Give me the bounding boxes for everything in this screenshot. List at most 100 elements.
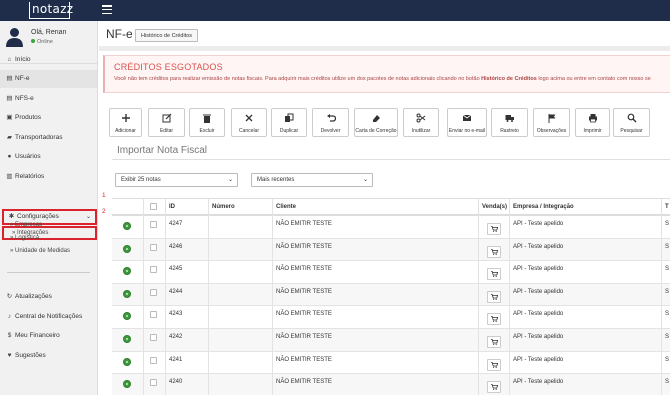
imprimir-button[interactable]: Imprimir bbox=[575, 108, 610, 137]
column-header-numero[interactable]: Número bbox=[212, 199, 235, 215]
cart-icon[interactable] bbox=[487, 313, 501, 326]
observa-es-button[interactable]: Observações bbox=[533, 108, 570, 137]
row-checkbox[interactable] bbox=[150, 288, 157, 296]
cell-t: S bbox=[665, 379, 670, 386]
toolbar-button-label: Editar bbox=[159, 128, 174, 134]
table-row[interactable]: 4243 NÃO EMITIR TESTE API - Teste apelido S bbox=[112, 306, 670, 329]
rastreio-button[interactable]: Rastreio bbox=[491, 108, 528, 137]
sidebar-item-produtos[interactable]: ▣ Produtos bbox=[0, 109, 97, 127]
table-row[interactable]: 4244 NÃO EMITIR TESTE API - Teste apelido S bbox=[112, 283, 670, 307]
table-row[interactable]: 4247 NÃO EMITIR TESTE API - Teste apelido S bbox=[112, 216, 670, 239]
sidebar-item-nfe[interactable]: ▤ NF-e bbox=[0, 70, 97, 88]
cell-id: 4247 bbox=[169, 221, 183, 227]
pesquisar-button[interactable]: Pesquisar bbox=[613, 108, 650, 137]
column-header-vendas[interactable]: Venda(s) bbox=[482, 199, 507, 215]
cart-icon[interactable] bbox=[487, 245, 501, 258]
cell-empresa: API - Teste apelido bbox=[513, 334, 564, 340]
row-checkbox[interactable] bbox=[150, 221, 157, 228]
per-page-select[interactable]: Exibir 25 notas ⌄ bbox=[115, 173, 238, 187]
sidebar-item-notificacoes[interactable]: ♪ Central de Notificações bbox=[0, 308, 97, 326]
sidebar-item-nfse[interactable]: ▤ NFS-e bbox=[0, 90, 97, 108]
sidebar-item-inicio[interactable]: ⌂ Início bbox=[0, 51, 97, 69]
cell-cliente: NÃO EMITIR TESTE bbox=[276, 379, 332, 386]
cell-empresa: API - Teste apelido bbox=[513, 243, 564, 250]
alert-message: Você não tem créditos para realizar emis… bbox=[114, 76, 670, 82]
column-header-t[interactable]: T bbox=[665, 199, 669, 215]
sidebar-item-transportadoras[interactable]: ▰ Transportadoras bbox=[0, 129, 97, 147]
sidebar-item-sugestoes[interactable]: ♥ Sugestões bbox=[0, 347, 97, 365]
table-row[interactable]: 4245 NÃO EMITIR TESTE API - Teste apelido S bbox=[112, 261, 670, 284]
menu-icon[interactable] bbox=[102, 5, 112, 15]
table-row[interactable]: 4241 NÃO EMITIR TESTE API - Teste apelido S bbox=[112, 352, 670, 375]
select-all-checkbox[interactable] bbox=[150, 203, 157, 210]
status-ok-icon bbox=[123, 312, 131, 321]
cart-icon[interactable] bbox=[487, 381, 501, 394]
toolbar-button-label: Enviar no e-mail bbox=[448, 128, 486, 134]
sidebar-item-financeiro[interactable]: $ Meu Financeiro bbox=[0, 327, 97, 345]
column-header-id[interactable]: ID bbox=[169, 199, 175, 215]
table-row[interactable]: 4246 NÃO EMITIR TESTE API - Teste apelido S bbox=[112, 238, 670, 262]
excluir-button[interactable]: Excluir bbox=[189, 108, 225, 137]
alert-text-part: Você não tem créditos para realizar emis… bbox=[114, 76, 482, 82]
sidebar-subitem-empresas[interactable]: » Empresas bbox=[10, 222, 42, 228]
column-header-cliente[interactable]: Cliente bbox=[276, 199, 296, 215]
sidebar-subitem-unidade-medidas[interactable]: » Unidade de Medidas bbox=[10, 248, 70, 254]
flag-icon bbox=[534, 113, 569, 123]
duplicar-button[interactable]: Duplicar bbox=[271, 108, 307, 137]
sidebar-subitem-logistica[interactable]: » Logística bbox=[10, 235, 39, 241]
refresh-icon: ↻ bbox=[6, 293, 13, 300]
column-divider bbox=[165, 198, 166, 395]
logo[interactable]: notazz bbox=[29, 2, 73, 19]
cart-icon[interactable] bbox=[487, 336, 501, 348]
enviar-no-e-mail-button[interactable]: Enviar no e-mail bbox=[447, 108, 487, 137]
toolbar-button-label: Imprimir bbox=[583, 128, 602, 134]
cell-t: S bbox=[665, 266, 670, 273]
cancelar-button[interactable]: Cancelar bbox=[231, 108, 267, 137]
adicionar-button[interactable]: Adicionar bbox=[109, 108, 142, 137]
alert-text-part: logo acima ou entre em contato com nosso… bbox=[536, 76, 651, 82]
file-icon: ▤ bbox=[6, 75, 13, 82]
table-row[interactable]: 4240 NÃO EMITIR TESTE API - Teste apelido S bbox=[112, 374, 670, 395]
cell-t: S bbox=[665, 311, 670, 318]
sidebar-item-label: Central de Notificações bbox=[15, 313, 83, 320]
per-page-value: Exibir 25 notas bbox=[121, 177, 161, 183]
sidebar-item-atualizacoes[interactable]: ↻ Atualizações bbox=[0, 288, 97, 306]
row-checkbox[interactable] bbox=[150, 379, 157, 387]
toolbar-button-label: Carta de Correção bbox=[355, 128, 397, 134]
table-row[interactable]: 4242 NÃO EMITIR TESTE API - Teste apelido S bbox=[112, 329, 670, 352]
row-checkbox[interactable] bbox=[150, 356, 157, 364]
sort-select[interactable]: Mais recentes ⌄ bbox=[251, 173, 373, 187]
cell-id: 4245 bbox=[169, 266, 183, 273]
cell-cliente: NÃO EMITIR TESTE bbox=[276, 221, 332, 227]
cart-icon[interactable] bbox=[487, 358, 501, 371]
dollar-icon: $ bbox=[7, 332, 12, 339]
carta-de-corre-o-button[interactable]: Carta de Correção bbox=[354, 108, 398, 137]
cell-id: 4242 bbox=[169, 334, 183, 340]
status-ok-icon bbox=[123, 267, 131, 276]
alert-title: CRÉDITOS ESGOTADOS bbox=[114, 62, 223, 72]
status-ok-icon bbox=[123, 244, 131, 253]
cell-empresa: API - Teste apelido bbox=[513, 311, 564, 318]
cart-icon[interactable] bbox=[487, 268, 501, 281]
cell-id: 4243 bbox=[169, 311, 183, 318]
row-checkbox[interactable] bbox=[150, 334, 157, 341]
cart-icon[interactable] bbox=[487, 290, 501, 303]
row-checkbox[interactable] bbox=[150, 243, 157, 251]
sidebar-item-usuarios[interactable]: ● Usuários bbox=[0, 148, 97, 166]
cart-icon[interactable] bbox=[487, 223, 501, 235]
truck-icon bbox=[492, 113, 527, 123]
column-header-empresa[interactable]: Empresa / Integração bbox=[513, 199, 574, 215]
inutilizar-button[interactable]: Inutilizar bbox=[403, 108, 439, 137]
devolver-button[interactable]: Devolver bbox=[312, 108, 349, 137]
toolbar-button-label: Excluir bbox=[199, 128, 215, 134]
sidebar-item-relatorios[interactable]: ▥ Relatórios bbox=[0, 168, 97, 186]
cell-empresa: API - Teste apelido bbox=[513, 266, 564, 273]
column-divider bbox=[509, 198, 510, 395]
editar-button[interactable]: Editar bbox=[148, 108, 185, 137]
row-checkbox[interactable] bbox=[150, 311, 157, 319]
history-credits-button[interactable]: Histórico de Créditos bbox=[135, 29, 199, 42]
cell-cliente: NÃO EMITIR TESTE bbox=[276, 311, 332, 318]
chevron-down-icon: ⌄ bbox=[85, 214, 91, 220]
row-checkbox[interactable] bbox=[150, 266, 157, 274]
status-ok-icon bbox=[123, 222, 131, 230]
